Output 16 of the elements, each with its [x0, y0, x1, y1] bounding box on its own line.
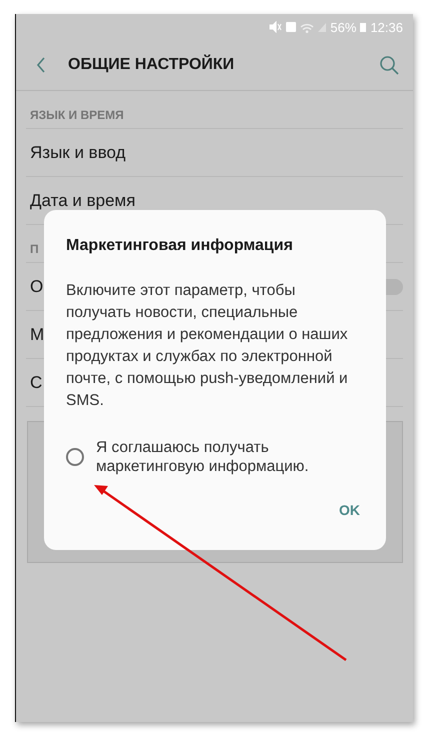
search-icon[interactable] [379, 55, 399, 75]
mute-icon [269, 21, 282, 33]
radio-button[interactable] [66, 448, 84, 466]
back-icon[interactable] [36, 57, 46, 73]
dialog-message: Включите этот параметр, чтобы получать новости, специальные предложения и рекомендации о наших продуктах и службах по электронной почте, с помощью push-уведомлений и SMS. [66, 281, 349, 411]
wifi-icon [300, 22, 314, 32]
section-header: П [30, 242, 39, 256]
ok-button[interactable]: OK [337, 496, 362, 524]
settings-item[interactable]: Язык и ввод [30, 142, 403, 162]
battery-icon [360, 22, 366, 32]
dialog-title: Маркетинговая информация [66, 237, 294, 255]
settings-item[interactable]: Дата и время [30, 190, 403, 210]
screen-title: ОБЩИЕ НАСТРОЙКИ [68, 56, 236, 74]
option-label[interactable]: Я соглашаюсь получать маркетинговую информацию. [96, 438, 362, 476]
section-header: ЯЗЫК И ВРЕМЯ [30, 108, 124, 122]
notification-icon [286, 22, 296, 32]
